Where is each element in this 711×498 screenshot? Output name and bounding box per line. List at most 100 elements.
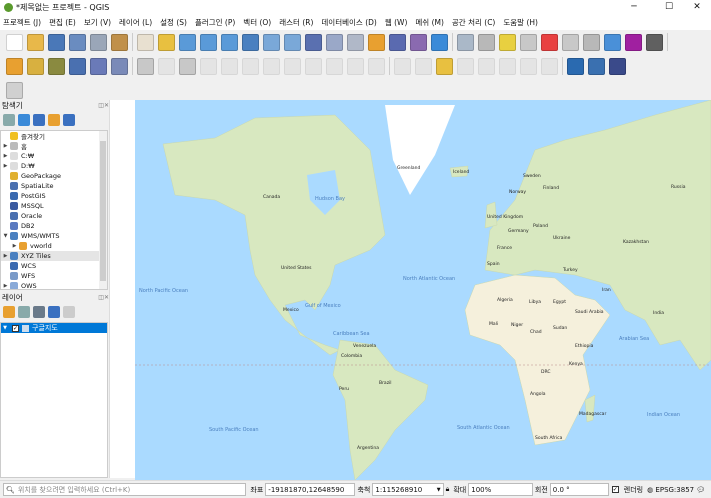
menu-item-5[interactable]: 플러그인 (P) <box>195 17 235 28</box>
print-layout-icon[interactable] <box>90 33 107 51</box>
maximize-button[interactable]: ☐ <box>655 0 683 15</box>
browser-item[interactable]: MSSQL <box>1 201 107 211</box>
label-diagram-icon[interactable] <box>541 57 558 75</box>
zoom-next-icon[interactable] <box>326 33 343 51</box>
map-canvas[interactable]: Greenland Canada United States Mexico Brazil… <box>135 100 711 480</box>
field-calculator-icon[interactable] <box>583 33 600 51</box>
zoom-last-icon[interactable] <box>305 33 322 51</box>
expand-arrow-icon[interactable]: ▶ <box>1 253 10 259</box>
menu-item-12[interactable]: 도움말 (H) <box>503 17 538 28</box>
expand-arrow-icon[interactable]: ▼ <box>1 325 9 331</box>
info-icon[interactable] <box>63 114 75 126</box>
filter-icon[interactable] <box>33 114 45 126</box>
new-spatialite-icon[interactable] <box>69 57 86 75</box>
browser-item[interactable]: PostGIS <box>1 191 107 201</box>
browser-item[interactable]: Oracle <box>1 211 107 221</box>
browser-item[interactable]: ▶ OWS <box>1 281 107 289</box>
new-project-icon[interactable] <box>6 33 23 51</box>
browser-scrollbar[interactable] <box>99 131 107 289</box>
browser-item[interactable]: GeoPackage <box>1 171 107 181</box>
expand-arrow-icon[interactable]: ▶ <box>1 143 10 149</box>
bookmark-icon[interactable] <box>389 33 406 51</box>
label-move-icon[interactable] <box>457 57 474 75</box>
browser-item[interactable]: ▼ WMS/WMTS <box>1 231 107 241</box>
menu-item-11[interactable]: 공간 처리 (C) <box>452 17 495 28</box>
select-icon[interactable] <box>499 33 516 51</box>
menu-item-10[interactable]: 메쉬 (M) <box>415 17 444 28</box>
browser-item[interactable]: ▶ 홈 <box>1 141 107 151</box>
save-project-icon[interactable] <box>48 33 65 51</box>
expand-arrow-icon[interactable]: ▶ <box>1 283 10 289</box>
open-project-icon[interactable] <box>27 33 44 51</box>
new-geopackage-icon[interactable] <box>27 57 44 75</box>
identify-icon[interactable] <box>457 33 474 51</box>
scale-combobox[interactable]: 1:115268910 ▼ <box>372 483 444 496</box>
style-icon[interactable] <box>3 306 15 318</box>
panel-splitter[interactable] <box>109 100 135 478</box>
browser-item[interactable]: ▶ vworld <box>1 241 107 251</box>
coordinate-field[interactable]: -19181870,12648590 <box>265 483 356 496</box>
close-button[interactable]: ✕ <box>683 0 711 15</box>
minimize-button[interactable]: ─ <box>620 0 648 15</box>
menu-item-7[interactable]: 래스터 (R) <box>279 17 313 28</box>
style-manager-icon[interactable] <box>111 33 128 51</box>
show-bookmarks-icon[interactable] <box>410 33 427 51</box>
new-virtual-layer-icon[interactable] <box>111 57 128 75</box>
collapse-all-icon[interactable] <box>48 114 60 126</box>
menu-item-4[interactable]: 설정 (S) <box>160 17 187 28</box>
label-icon[interactable] <box>394 57 411 75</box>
browser-item[interactable]: WFS <box>1 271 107 281</box>
paste-icon[interactable] <box>326 57 343 75</box>
label-abc-icon[interactable] <box>436 57 453 75</box>
messages-icon[interactable]: 💬︎ <box>696 486 705 494</box>
expand-arrow-icon[interactable]: ▶ <box>10 243 19 249</box>
modify-attributes-icon[interactable] <box>242 57 259 75</box>
temporal-icon[interactable] <box>368 33 385 51</box>
browser-item[interactable]: ▶ C:₩ <box>1 151 107 161</box>
zoom-out-icon[interactable] <box>200 33 217 51</box>
statistics-sigma-icon[interactable] <box>625 33 642 51</box>
attribute-table-icon[interactable] <box>562 33 579 51</box>
new-temp-layer-icon[interactable] <box>90 57 107 75</box>
undo-icon[interactable] <box>347 57 364 75</box>
menu-item-8[interactable]: 데이터베이스 (D) <box>321 17 376 28</box>
expand-arrow-icon[interactable]: ▶ <box>1 163 10 169</box>
save-as-icon[interactable] <box>69 33 86 51</box>
expand-arrow-icon[interactable]: ▼ <box>1 233 10 239</box>
python-icon[interactable] <box>588 57 605 75</box>
add-group-icon[interactable] <box>18 306 30 318</box>
label-show-icon[interactable] <box>520 57 537 75</box>
label-pin-icon[interactable] <box>415 57 432 75</box>
menu-item-3[interactable]: 레이어 (L) <box>119 17 152 28</box>
rotation-spinbox[interactable]: 0.0 ° <box>549 483 609 496</box>
select-value-icon[interactable] <box>520 33 537 51</box>
zoom-selection-icon[interactable] <box>263 33 280 51</box>
ruler-icon[interactable] <box>646 33 663 51</box>
digitize-icon[interactable] <box>137 57 154 75</box>
vertex-tool-icon[interactable] <box>221 57 238 75</box>
deselect-icon[interactable] <box>541 33 558 51</box>
render-checkbox[interactable]: ✓ <box>611 486 619 493</box>
layer-visibility-checkbox[interactable]: ✓ <box>12 324 19 332</box>
expression-filter-icon[interactable] <box>63 306 75 318</box>
menu-item-0[interactable]: 프로젝트 (J) <box>3 17 41 28</box>
magnifier-spinbox[interactable]: 100% <box>468 483 533 496</box>
add-layer-icon[interactable] <box>3 114 15 126</box>
visibility-icon[interactable] <box>33 306 45 318</box>
add-feature-icon[interactable] <box>200 57 217 75</box>
menu-item-2[interactable]: 보기 (V) <box>84 17 111 28</box>
eraser-icon[interactable] <box>6 81 23 99</box>
save-edits-icon[interactable] <box>179 57 196 75</box>
copy-icon[interactable] <box>305 57 322 75</box>
lock-icon[interactable]: 🔒︎ <box>446 485 450 494</box>
menu-item-6[interactable]: 벡터 (O) <box>243 17 271 28</box>
crs-button[interactable]: ◍ EPSG:3857 <box>647 486 694 494</box>
pan-icon[interactable] <box>137 33 154 51</box>
refresh-icon[interactable] <box>431 33 448 51</box>
new-map-view-icon[interactable] <box>347 33 364 51</box>
panel-close-icon[interactable]: ◫✕ <box>98 102 109 109</box>
measure-icon[interactable] <box>478 33 495 51</box>
browser-item[interactable]: SpatiaLite <box>1 181 107 191</box>
zoom-native-icon[interactable] <box>221 33 238 51</box>
delete-icon[interactable] <box>263 57 280 75</box>
